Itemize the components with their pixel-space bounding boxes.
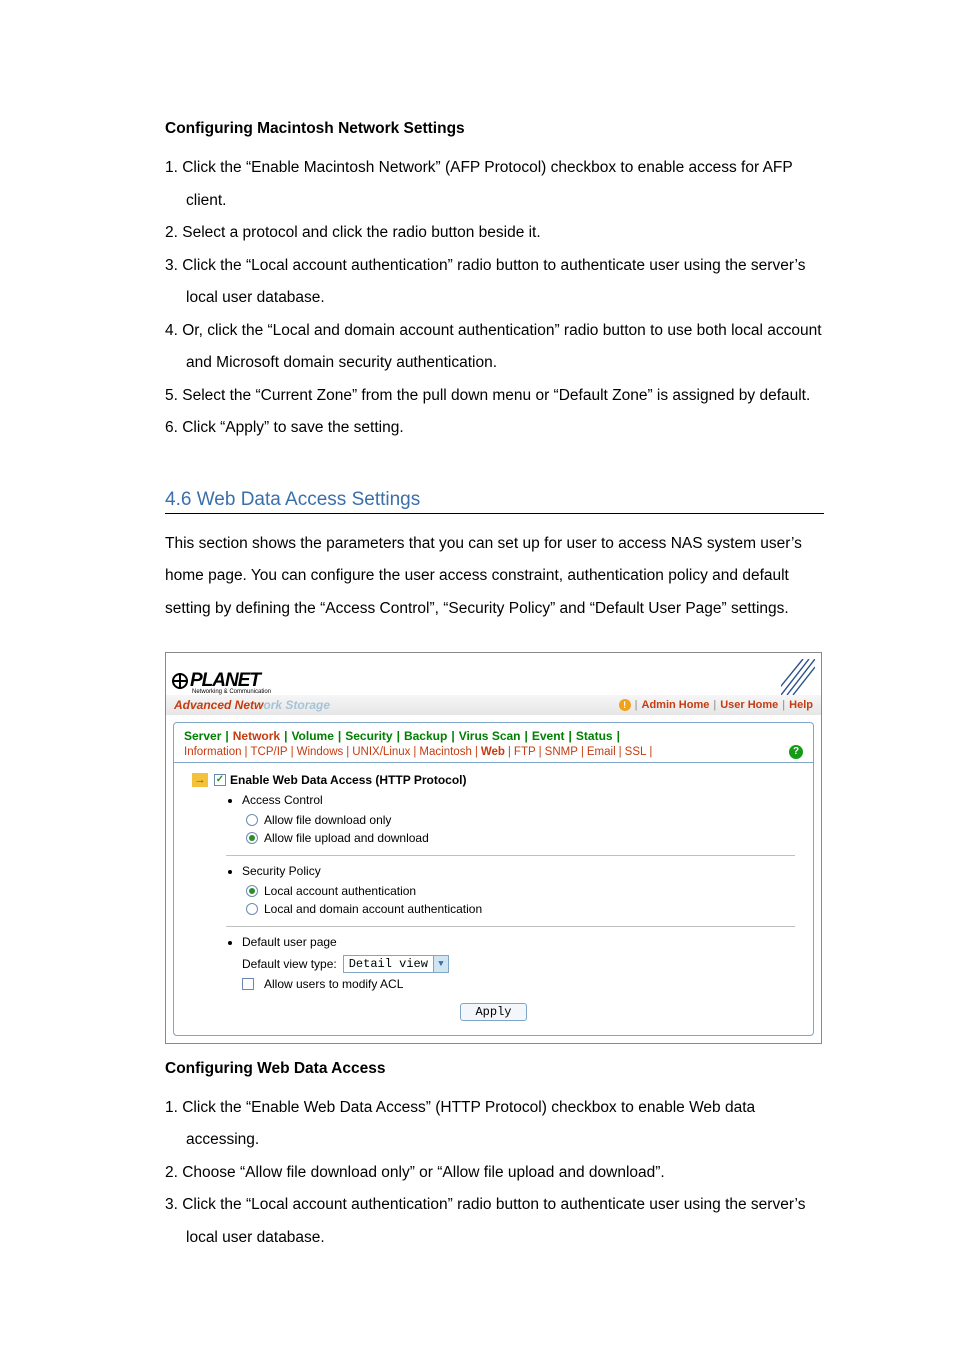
- mac-step-3: 3. Click the “Local account authenticati…: [165, 250, 824, 315]
- enable-row: → Enable Web Data Access (HTTP Protocol): [192, 773, 795, 787]
- section-divider: [165, 513, 824, 514]
- web-step-1: 1. Click the “Enable Web Data Access” (H…: [165, 1092, 824, 1157]
- brand-subtitle: Networking & Communication: [192, 689, 271, 695]
- radio-allow-upload-download[interactable]: [246, 832, 258, 844]
- product-name: Advanced Network Storage: [174, 698, 330, 712]
- arrow-icon: →: [192, 773, 208, 787]
- mac-step-1: 1. Click the “Enable Macintosh Network” …: [165, 152, 824, 217]
- tab-volume[interactable]: Volume: [291, 729, 333, 743]
- title-bar: Advanced Network Storage ! | Admin Home …: [166, 695, 821, 715]
- help-icon[interactable]: ?: [789, 745, 803, 759]
- chevron-down-icon: ▼: [433, 956, 448, 972]
- globe-icon: [172, 673, 188, 689]
- default-view-label: Default view type:: [242, 957, 337, 971]
- default-view-select[interactable]: Detail view ▼: [343, 955, 449, 973]
- section-title: 4.6 Web Data Access Settings: [165, 489, 824, 511]
- warning-icon: !: [619, 699, 631, 711]
- web-heading: Configuring Web Data Access: [165, 1060, 824, 1078]
- acl-checkbox[interactable]: [242, 978, 254, 990]
- secondary-tabs: Information| TCP/IP| Windows| UNIX/Linux…: [174, 743, 813, 763]
- tab-status[interactable]: Status: [576, 729, 613, 743]
- section-intro: This section shows the parameters that y…: [165, 528, 824, 626]
- mac-step-4: 4. Or, click the “Local and domain accou…: [165, 315, 824, 380]
- content-area: → Enable Web Data Access (HTTP Protocol)…: [174, 763, 813, 1035]
- admin-panel: PLANET Networking & Communication Advanc…: [165, 652, 822, 1044]
- divider-2: [226, 926, 795, 927]
- default-user-page-group: Default user page Default view type: Det…: [228, 935, 795, 991]
- default-user-page-title: Default user page: [242, 935, 795, 949]
- access-control-title: Access Control: [242, 793, 795, 807]
- apply-button[interactable]: Apply: [460, 1003, 526, 1021]
- admin-home-link[interactable]: Admin Home: [642, 699, 710, 711]
- tab-virus-scan[interactable]: Virus Scan: [459, 729, 521, 743]
- mac-step-6: 6. Click “Apply” to save the setting.: [165, 412, 824, 445]
- radio-local-domain-auth[interactable]: [246, 903, 258, 915]
- logo-area: PLANET Networking & Communication: [172, 670, 271, 695]
- top-bar: PLANET Networking & Communication: [166, 653, 821, 695]
- default-view-value: Detail view: [344, 957, 433, 971]
- user-home-link[interactable]: User Home: [720, 699, 778, 711]
- tab-macintosh[interactable]: Macintosh: [419, 746, 471, 758]
- radio-local-auth[interactable]: [246, 885, 258, 897]
- top-links: ! | Admin Home | User Home | Help: [619, 699, 813, 711]
- radio-allow-download[interactable]: [246, 814, 258, 826]
- mac-heading: Configuring Macintosh Network Settings: [165, 120, 824, 138]
- tab-network[interactable]: Network: [233, 729, 280, 743]
- tab-web[interactable]: Web: [481, 746, 505, 758]
- enable-label: Enable Web Data Access (HTTP Protocol): [230, 773, 467, 787]
- tab-snmp[interactable]: SNMP: [545, 746, 578, 758]
- tab-unix-linux[interactable]: UNIX/Linux: [352, 746, 410, 758]
- tab-information[interactable]: Information: [184, 746, 242, 758]
- divider-1: [226, 855, 795, 856]
- web-step-3: 3. Click the “Local account authenticati…: [165, 1189, 824, 1254]
- label-allow-download: Allow file download only: [264, 813, 391, 827]
- tab-event[interactable]: Event: [532, 729, 565, 743]
- mac-step-5: 5. Select the “Current Zone” from the pu…: [165, 380, 824, 413]
- security-policy-group: Security Policy Local account authentica…: [228, 864, 795, 916]
- label-local-domain-auth: Local and domain account authentication: [264, 902, 482, 916]
- tab-ftp[interactable]: FTP: [514, 746, 536, 758]
- tab-tcpip[interactable]: TCP/IP: [251, 746, 288, 758]
- label-allow-upload-download: Allow file upload and download: [264, 831, 429, 845]
- decor-lines: [781, 659, 815, 695]
- card: Server| Network| Volume| Security| Backu…: [173, 722, 814, 1036]
- tab-backup[interactable]: Backup: [404, 729, 447, 743]
- tab-server[interactable]: Server: [184, 729, 221, 743]
- tab-security[interactable]: Security: [345, 729, 392, 743]
- access-control-group: Access Control Allow file download only …: [228, 793, 795, 845]
- primary-tabs: Server| Network| Volume| Security| Backu…: [174, 723, 813, 743]
- enable-checkbox[interactable]: [214, 774, 226, 786]
- tab-windows[interactable]: Windows: [297, 746, 344, 758]
- tab-ssl[interactable]: SSL: [625, 746, 647, 758]
- label-local-auth: Local account authentication: [264, 884, 416, 898]
- security-policy-title: Security Policy: [242, 864, 795, 878]
- tab-email[interactable]: Email: [587, 746, 616, 758]
- acl-label: Allow users to modify ACL: [264, 977, 403, 991]
- mac-step-2: 2. Select a protocol and click the radio…: [165, 217, 824, 250]
- help-link[interactable]: Help: [789, 699, 813, 711]
- web-step-2: 2. Choose “Allow file download only” or …: [165, 1157, 824, 1190]
